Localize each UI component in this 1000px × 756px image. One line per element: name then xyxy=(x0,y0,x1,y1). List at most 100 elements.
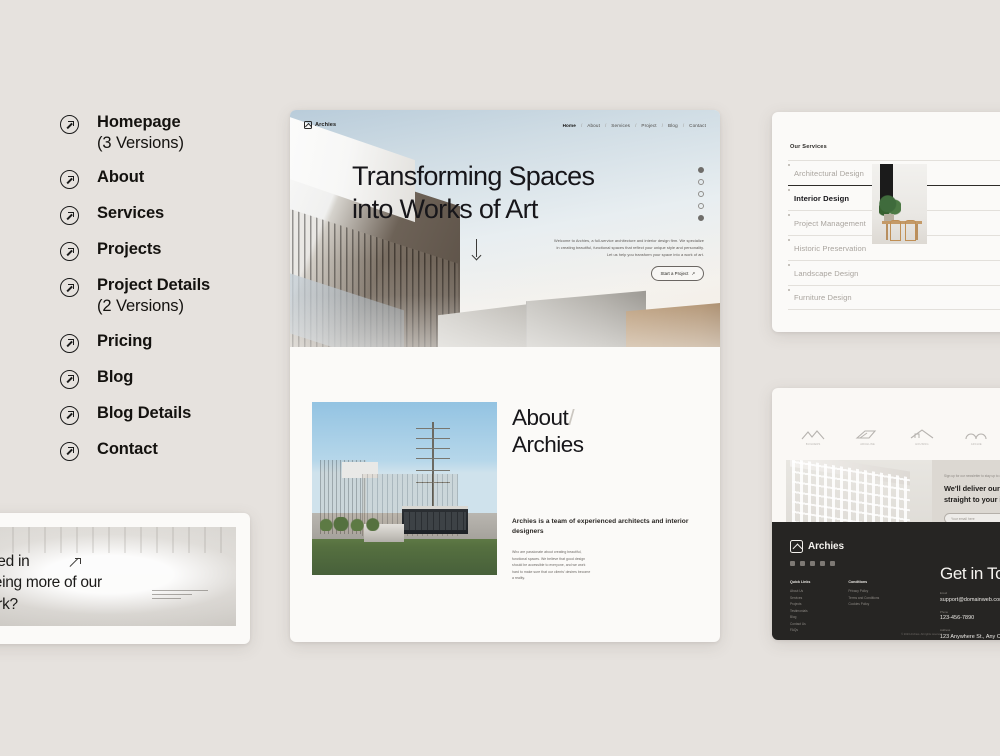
nav-item-project-details[interactable]: Project Details (2 Versions) xyxy=(60,275,290,316)
hero-copy-block: Welcome to Archies, a full-service archi… xyxy=(554,238,704,282)
service-item[interactable]: Landscape Design xyxy=(788,260,1000,285)
cta-line2: seeing more of our xyxy=(0,574,102,592)
arrow-circle-icon xyxy=(60,170,79,190)
screenshot-stage: Homepage (3 Versions) About Services Project… xyxy=(0,0,1000,756)
contact-heading: Get in Touch xyxy=(940,564,1000,583)
shrubs-graphic xyxy=(320,517,380,531)
nav-item-homepage[interactable]: Homepage (3 Versions) xyxy=(60,112,290,153)
site-footer-dark: Archies Quick Links About Us Services Proje… xyxy=(772,522,1000,640)
facebook-icon[interactable] xyxy=(790,561,795,566)
site-nav-project[interactable]: Project xyxy=(641,123,656,128)
slider-dot[interactable] xyxy=(698,215,704,221)
service-item[interactable]: Furniture Design xyxy=(788,285,1000,310)
slider-dot[interactable] xyxy=(698,179,704,185)
slider-dot[interactable] xyxy=(698,191,704,197)
partner-logo-caption: HOUSING xyxy=(915,443,929,446)
arrow-circle-icon xyxy=(60,333,79,353)
about-section: About/ Archies Archies is a team of expe… xyxy=(290,347,720,582)
house-glazing xyxy=(404,512,466,530)
twitter-icon[interactable] xyxy=(810,561,815,566)
copyright-text: © 2023 Archies. All rights reserved. xyxy=(901,633,943,636)
nav-item-label: Services xyxy=(97,204,165,223)
nav-item-projects[interactable]: Projects xyxy=(60,239,290,262)
slider-dots[interactable] xyxy=(698,167,704,221)
newsletter-heading: We'll deliver our best content straight … xyxy=(944,484,1000,505)
service-name: Interior Design xyxy=(794,193,850,203)
nav-item-label: Blog Details xyxy=(97,403,192,422)
cta-line3: work? xyxy=(0,595,18,613)
nav-item-pricing[interactable]: Pricing xyxy=(60,331,290,353)
site-nav-contact[interactable]: Contact xyxy=(689,123,706,128)
footer-column: Conditions Privacy Policy Terms and Condit… xyxy=(848,580,879,634)
site-nav-home[interactable]: Home xyxy=(563,123,576,128)
service-name: Furniture Design xyxy=(794,293,852,302)
cta-line1: Interested in xyxy=(0,553,30,570)
partner-logo-3: HOUSING xyxy=(909,428,935,446)
arrow-circle-icon xyxy=(60,278,79,298)
nav-item-label: Blog xyxy=(97,367,134,386)
thumb-chair xyxy=(905,220,916,241)
newsletter-heading-line2: straight to your inbox. xyxy=(944,494,1000,504)
services-preview-panel[interactable]: Our Services Architectural Design Interio… xyxy=(772,112,1000,332)
partner-logo-1: BUILDERS xyxy=(800,428,826,446)
youtube-icon[interactable] xyxy=(830,561,835,566)
partner-logo-caption: ARCHIE xyxy=(970,443,982,446)
arrow-circle-icon xyxy=(60,369,79,389)
footer-link[interactable]: Cookies Policy xyxy=(848,601,879,608)
instagram-icon[interactable] xyxy=(800,561,805,566)
about-heading-line1: About xyxy=(512,405,569,430)
page-list-nav: Homepage (3 Versions) About Services Project… xyxy=(60,112,290,475)
footer-preview-panel[interactable]: BUILDERSARCHLINEHOUSINGARCHIEROOFING Sig… xyxy=(772,388,1000,640)
nav-item-label: Pricing xyxy=(97,331,153,350)
arrow-circle-icon xyxy=(60,206,79,226)
nav-item-label: Homepage xyxy=(97,113,181,131)
nav-item-blog[interactable]: Blog xyxy=(60,367,290,389)
arrow-up-right-icon: ↗ xyxy=(691,270,695,276)
thumb-chair xyxy=(890,220,901,241)
nav-item-text: Blog xyxy=(97,367,133,388)
site-nav-services[interactable]: Services xyxy=(611,123,630,128)
site-logo[interactable]: Archies xyxy=(304,121,336,129)
nav-separator: / xyxy=(580,122,583,128)
footer-column-heading: Quick Links xyxy=(790,580,811,584)
arrow-up-right-icon[interactable] xyxy=(70,558,81,569)
nav-item-text: Services xyxy=(97,203,164,224)
contact-field: Phone 123-456-7890 xyxy=(940,610,1000,622)
nav-item-contact[interactable]: Contact xyxy=(60,439,290,461)
site-nav-about[interactable]: About xyxy=(587,123,600,128)
partner-logo-4: ARCHIE xyxy=(963,428,989,446)
cta-preview-panel[interactable]: Interested in seeing more of our work? xyxy=(0,513,250,644)
linkedin-icon[interactable] xyxy=(820,561,825,566)
service-name: Landscape Design xyxy=(794,268,859,278)
nav-item-label: Contact xyxy=(97,439,158,458)
start-project-button[interactable]: Start a Project ↗ xyxy=(651,266,704,282)
nav-item-blog-details[interactable]: Blog Details xyxy=(60,403,290,425)
arrow-circle-icon xyxy=(60,405,79,425)
newsletter-eyebrow: Sign up for our newsletter to stay up to… xyxy=(944,474,1000,478)
hero-headline-line2: into Works of Art xyxy=(352,194,538,225)
site-nav-blog[interactable]: Blog xyxy=(668,123,678,128)
nav-separator: / xyxy=(635,122,637,128)
footer-logo[interactable]: Archies xyxy=(790,540,1000,553)
services-label: Our Services xyxy=(790,144,827,150)
footer-column-heading: Conditions xyxy=(848,580,868,584)
nav-item-services[interactable]: Services xyxy=(60,203,290,226)
site-nav-menu: Home / About / Services / Project / Blog / Contact xyxy=(563,123,706,128)
caption-lines xyxy=(152,590,208,602)
arrow-circle-icon xyxy=(60,441,79,461)
slider-dot[interactable] xyxy=(698,167,704,173)
about-heading: About/ Archies xyxy=(512,404,698,459)
slider-dot[interactable] xyxy=(698,203,704,209)
bullet-square-icon xyxy=(788,239,790,241)
site-header: Archies Home / About / Services / Project / Blog… xyxy=(290,110,720,140)
hero-paragraph: Welcome to Archies, a full-service archi… xyxy=(554,238,704,257)
thumb-table-leg xyxy=(886,224,888,240)
nav-item-about[interactable]: About xyxy=(60,167,290,190)
bullet-square-icon xyxy=(788,289,790,291)
scroll-down-arrow-icon[interactable] xyxy=(470,239,482,261)
cta-heading: Interested in seeing more of our work? xyxy=(0,551,102,615)
service-thumbnail-image xyxy=(872,164,927,244)
homepage-preview-panel[interactable]: Archies Home / About / Services / Project / Blog… xyxy=(290,110,720,642)
service-name: Project Management xyxy=(794,218,866,228)
nav-item-text: Contact xyxy=(97,439,158,460)
